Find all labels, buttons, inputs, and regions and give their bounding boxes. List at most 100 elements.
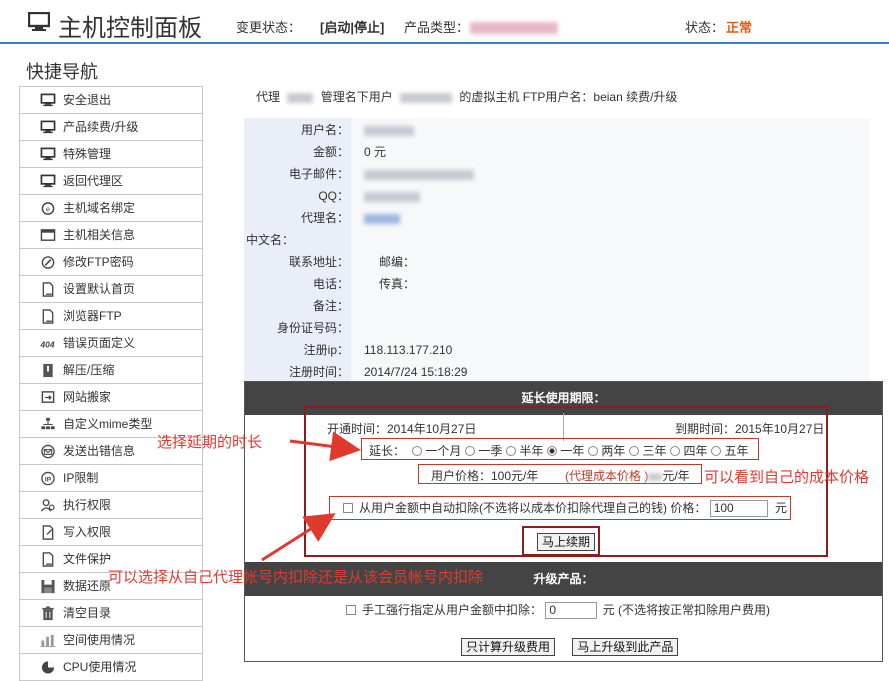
top-bar: 主机控制面板 变更状态： [启动|停止] 产品类型： 状态： 正常 [0,0,889,44]
sidebar-item[interactable]: 修改FTP密码 [19,249,203,276]
archive-icon [43,363,53,378]
username-value [364,119,414,141]
write-icon [42,525,54,540]
page-title: 主机控制面板 [58,15,202,42]
reg-time-label: 注册时间： [288,365,349,379]
sidebar-item[interactable]: 写入权限 [19,519,203,546]
email-value [364,163,474,185]
fax-label: 传真： [379,277,416,291]
account-info: 用户名： 金额： 0 元 电子邮件： QQ： 代理名： 中文名： 联系地址： 邮… [244,118,870,382]
upgrade-now-button[interactable]: 马上升级到此产品 [572,638,679,656]
email-label: 电子邮件： [288,167,349,181]
reg-ip-value: 118.113.177.210 [364,343,453,357]
edit-icon [41,256,55,269]
deduct-highlight-box [329,496,791,520]
sidebar-title: 快捷导航 [26,62,98,82]
start-stop-link[interactable]: [启动|停止] [320,17,384,36]
reg-ip-label: 注册ip： [303,343,349,357]
agent-redacted [287,92,314,103]
sidebar-item-label: 特殊管理 [63,147,112,161]
sidebar-item-label: 网站搬家 [63,390,112,404]
svg-text:404: 404 [40,339,55,349]
sidebar-item-label: 错误页面定义 [63,336,136,350]
monitor-icon [40,120,56,134]
sidebar-item-label: 主机域名绑定 [63,201,136,215]
info-window-icon [40,229,56,241]
sidebar-item[interactable]: 安全退出 [19,87,203,114]
sidebar-item-label: 主机相关信息 [63,228,136,242]
status-label: 状态： [685,20,725,35]
product-type-redacted [470,19,558,34]
id-number-label: 身份证号码： [276,321,349,335]
sidebar-item-label: 清空目录 [63,606,112,620]
sidebar-item-label: 空间使用情况 [63,633,136,647]
annotation-choose-period: 选择延期的时长 [157,434,263,451]
balance-value: 0 元 [364,145,387,159]
sidebar-item[interactable]: 网站搬家 [19,384,203,411]
force-deduct-checkbox[interactable] [346,605,356,615]
qq-value [364,185,420,207]
intro-prefix: 代理 [256,90,281,104]
sidebar-item-label: 返回代理区 [63,174,124,188]
renew-button-highlight [522,526,600,556]
404-icon: 404 [40,339,55,349]
mail-icon [41,444,55,459]
sidebar-item[interactable]: 浏览器FTP [19,303,203,330]
monitor-icon [28,12,50,31]
sidebar-item[interactable]: 执行权限 [19,492,203,519]
page-icon [42,309,54,324]
force-deduct-label: 手工强行指定从用户金额中扣除： [362,603,543,617]
ip-icon: IP [41,471,55,486]
sidebar-item-label: 解压/压缩 [63,363,115,377]
sidebar-item-label: 浏览器FTP [63,309,122,323]
force-deduct-row: 手工强行指定从用户金额中扣除： 0 元 (不选将按正常扣除用户费用) [346,601,771,620]
chart-icon [40,634,56,648]
deduct-hint: 元 (不选将按正常扣除用户费用) [602,603,771,617]
upgrade-buttons: 只计算升级费用 马上升级到此产品 [461,638,679,656]
sidebar-item-label: CPU使用情况 [63,660,137,674]
price-highlight-box [418,464,702,484]
sidebar-item[interactable]: 特殊管理 [19,141,203,168]
sidebar-item[interactable]: 解压/压缩 [19,357,203,384]
agent-name-label: 代理名： [300,211,349,225]
sidebar-item-label: 文件保护 [63,552,112,566]
sidebar-item-label: 产品续费/升级 [63,120,139,134]
sidebar-item[interactable]: 清空目录 [19,600,203,627]
product-type-label: 产品类型： [404,20,470,35]
domain-icon: e [41,202,55,215]
save-icon [41,579,55,594]
reg-time-value: 2014/7/24 15:18:29 [364,365,468,379]
sidebar-item[interactable]: 返回代理区 [19,168,203,195]
calc-upgrade-button[interactable]: 只计算升级费用 [461,638,556,656]
sidebar-item[interactable]: 主机相关信息 [19,222,203,249]
zipcode-label: 邮编： [379,255,416,269]
sidebar-item-label: 修改FTP密码 [63,255,134,269]
sidebar-item[interactable]: 产品续费/升级 [19,114,203,141]
monitor-icon [40,174,56,188]
address-label: 联系地址： [288,255,349,269]
change-status-label: 变更状态： [236,20,302,35]
sidebar: 安全退出产品续费/升级 特殊管理返回代理区 e 主机域名绑定 主机相关信息 修改FTP密码… [19,86,203,681]
sidebar-item[interactable]: IP IP限制 [19,465,203,492]
balance-label: 金额： [312,145,349,159]
sidebar-item[interactable]: e 主机域名绑定 [19,195,203,222]
intro-middle: 管理名下用户 [320,90,393,104]
intro-line: 代理 管理名下用户 的虚拟主机 FTP用户名：beian 续费/升级 [256,88,677,105]
trash-icon [42,606,54,621]
sidebar-item[interactable]: 空间使用情况 [19,627,203,654]
sidebar-item[interactable]: 设置默认首页 [19,276,203,303]
svg-text:e: e [46,204,50,213]
move-icon [41,391,55,403]
deduct-input[interactable]: 0 [545,602,598,620]
sidebar-item-label: IP限制 [63,471,99,485]
note-label: 备注： [312,299,349,313]
intro-suffix: 的虚拟主机 FTP用户名：beian 续费/升级 [459,90,678,104]
sidebar-item-label: 执行权限 [63,498,112,512]
monitor-icon [40,93,56,107]
sidebar-item-label: 自定义mime类型 [63,417,153,431]
username-label: 用户名： [300,123,349,137]
sidebar-item[interactable]: 404 错误页面定义 [19,330,203,357]
page-icon [42,552,54,567]
qq-label: QQ： [318,189,349,203]
annotation-choose-account: 可以选择从自己代理帐号内扣除还是从该会员帐号内扣除 [108,569,484,586]
